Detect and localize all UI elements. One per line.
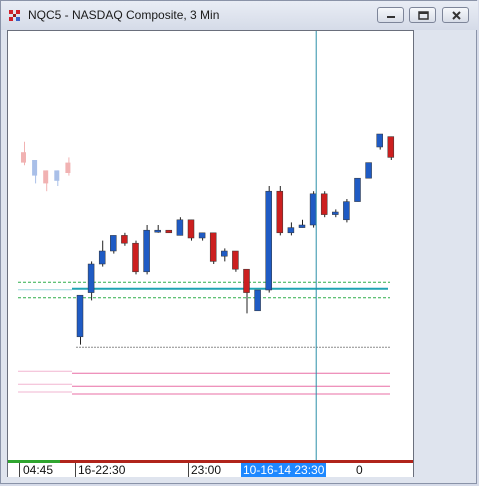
- candle-body: [165, 229, 173, 234]
- restore-icon: [418, 11, 429, 20]
- candle-body: [87, 263, 95, 293]
- candle-body: [265, 190, 272, 291]
- candle-body: [221, 250, 228, 257]
- candle-body: [143, 229, 150, 273]
- time-tick: 16-22:30: [78, 463, 126, 477]
- time-tick: 23:00: [191, 463, 222, 477]
- candle-body: [376, 133, 383, 148]
- minimize-button[interactable]: [377, 7, 404, 23]
- candle-body: [154, 229, 161, 233]
- candle-body: [298, 224, 306, 228]
- candle-body: [198, 232, 206, 239]
- time-axis: 04:45 16-22:30 23:00 10-16-14 23:30 0: [7, 460, 414, 477]
- candle-body: [110, 235, 117, 252]
- app-icon: [9, 10, 20, 21]
- candlestick-chart[interactable]: [8, 31, 413, 460]
- candle-body: [121, 235, 128, 244]
- candle-body: [187, 219, 195, 239]
- chart-window: NQC5 - NASDAQ Composite, 3 Min 04:45 16-…: [0, 0, 478, 484]
- tick-separator: [75, 463, 76, 477]
- candle-body: [287, 227, 295, 234]
- candle-body: [343, 201, 350, 221]
- candle-body: [354, 177, 361, 202]
- close-button[interactable]: [442, 7, 469, 23]
- candle-body: [387, 136, 395, 158]
- faded-candle-body: [43, 170, 49, 184]
- candle-body: [254, 289, 261, 312]
- candle-body: [309, 193, 317, 226]
- minimize-icon: [387, 16, 395, 18]
- candle-body: [232, 250, 239, 270]
- window-title: NQC5 - NASDAQ Composite, 3 Min: [28, 8, 220, 22]
- cursor-time-tail: 0: [356, 463, 363, 477]
- candle-body: [320, 193, 328, 215]
- title-bar[interactable]: NQC5 - NASDAQ Composite, 3 Min: [1, 1, 478, 30]
- faded-candle-body: [32, 160, 38, 176]
- faded-candle-body: [54, 170, 60, 181]
- candle-body: [209, 232, 217, 262]
- faded-candle-body: [21, 152, 26, 163]
- cursor-time-label: 10-16-14 23:30: [241, 463, 327, 477]
- close-icon: [452, 11, 461, 20]
- candle-body: [243, 268, 250, 293]
- candle-body: [365, 162, 372, 179]
- candle-body: [132, 242, 139, 273]
- candle-body: [98, 250, 106, 265]
- candle-body: [276, 190, 284, 234]
- candle-body: [332, 211, 339, 215]
- time-tick: 04:45: [23, 463, 54, 477]
- faded-candle-body: [65, 162, 71, 173]
- tick-separator: [19, 463, 20, 477]
- restore-button[interactable]: [409, 7, 436, 23]
- tick-separator: [188, 463, 189, 477]
- chart-area[interactable]: [7, 30, 414, 461]
- candle-body: [76, 294, 84, 338]
- candle-body: [176, 219, 184, 236]
